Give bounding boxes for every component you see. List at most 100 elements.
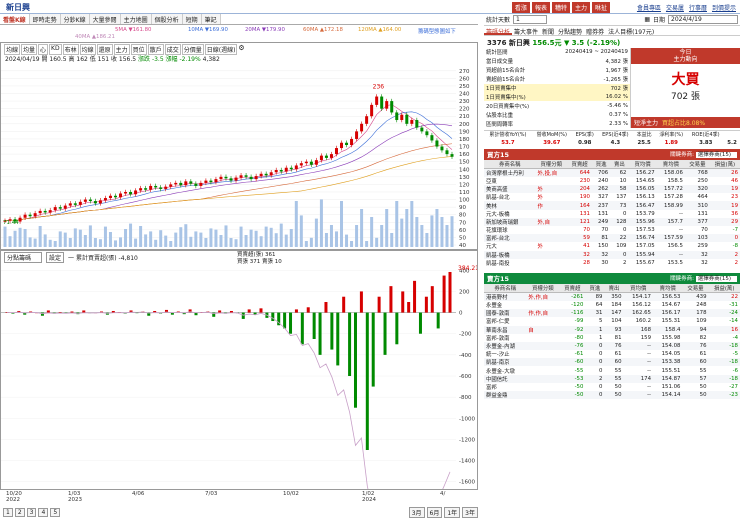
page-5[interactable]: 5	[50, 508, 61, 517]
subtab-2[interactable]: 新聞	[540, 26, 556, 36]
top-button-0[interactable]: 看漲	[511, 2, 530, 13]
flow-bar-13	[82, 310, 86, 313]
link-calendar[interactable]: 行事曆	[689, 3, 707, 12]
page-3[interactable]: 3	[26, 508, 37, 517]
broker-row[interactable]: 中國信託 -53 2 55 174 154.87 57 -18	[484, 374, 740, 383]
broker-row[interactable]: 元大-板橋 131 131 0 153.79 -- 131 36	[484, 210, 740, 218]
broker-row[interactable]: 永豐金 -120 64 184 156.12 154.67 248 -31	[484, 301, 740, 309]
price-tick-3: 240	[459, 92, 470, 98]
tab-minute[interactable]: 分鈔K線	[60, 14, 90, 24]
volume-bar-62	[314, 218, 318, 247]
days-label: 統計天數	[486, 17, 511, 24]
broker-row[interactable]: 富邦-台北 59 81 22 156.74 157.59 103 0	[484, 234, 740, 243]
buy-section-header: 買方15 關鍵券商: 選擇券商(15)	[484, 148, 740, 160]
broker-row[interactable]: 亞東 230 240 10 154.65 158.5 250 46	[484, 177, 740, 185]
broker-row[interactable]: 富邦-仁愛 -99 5 104 160.2 155.31 109 -14	[484, 317, 740, 325]
link-alert[interactable]: 到價提示	[712, 3, 736, 12]
broker-row[interactable]: 富邦-敦南 -80 1 81 159 155.98 82 -4	[484, 334, 740, 342]
flow-tick-3: -200	[459, 332, 472, 338]
top-button-2[interactable]: 糟特	[551, 2, 570, 13]
candle-60	[304, 161, 308, 164]
price-tick-10: 170	[459, 145, 470, 151]
buy-broker-select[interactable]: 選擇券商(15)	[695, 152, 737, 159]
subtab-5[interactable]: 法人目標(197元)	[606, 26, 656, 36]
stat-row: 1日買賣集中(%) 16.02 %	[484, 92, 630, 102]
sub-settings-button[interactable]: 設定	[46, 252, 65, 263]
broker-row[interactable]: 凱基-板橋 32 32 0 155.94 -- 32 2	[484, 250, 740, 259]
volume-bar-12	[63, 232, 67, 247]
range-6m[interactable]: 6月	[426, 507, 443, 518]
settings-icon[interactable]: ⚙	[238, 44, 244, 55]
page-1[interactable]: 1	[3, 508, 13, 517]
sell-broker-select[interactable]: 選擇券商(15)	[695, 276, 737, 283]
link-trade[interactable]: 交易屢	[666, 3, 684, 12]
tab-volume[interactable]: 大量參閱	[89, 14, 121, 24]
broker-row[interactable]: 台灣摩根士丹利 外,投,自 644 706 62 156.27 158.06 768 26	[484, 168, 740, 177]
price-tick-5: 220	[459, 107, 470, 113]
candle-66	[334, 148, 338, 155]
candle-73	[370, 104, 374, 117]
volume-bar-7	[38, 226, 42, 247]
range-1y[interactable]: 1年	[444, 507, 461, 518]
broker-row[interactable]: 新加坡商瑞銀 外,自 121 249 128 155.96 157.7 377 29	[484, 217, 740, 226]
price-tick-18: 90	[459, 205, 466, 211]
flow-bar-47	[283, 312, 287, 329]
flow-bar-40	[241, 312, 245, 319]
tab-notes[interactable]: 筆記	[201, 14, 221, 24]
broker-row[interactable]: 美林作 164 237 73 156.47 158.99 310 19	[484, 201, 740, 210]
link-member[interactable]: 會員專區	[637, 3, 661, 12]
tab-kline[interactable]: 看盤K線	[0, 14, 30, 24]
flow-bar-11	[70, 311, 74, 313]
calendar-icon[interactable]: ▦	[644, 16, 650, 23]
price-plot[interactable]: 2702602502402302202102001901801701601501…	[1, 63, 477, 249]
candle-15	[78, 201, 82, 205]
bottom-bar: 1 2 3 4 5 3月 6月 1年 3年	[0, 506, 478, 519]
price-chart[interactable]: 均線 均量 心 KD 布林 均線 還原 主力 買位 散戶 成交 分價量 日線(週…	[0, 42, 478, 250]
top-button-3[interactable]: 主力	[571, 2, 590, 13]
broker-row[interactable]: 群益金鼎 -50 0 50 -- 154.14 50 -23	[484, 391, 740, 400]
range-3y[interactable]: 3年	[462, 507, 478, 518]
candle-30	[154, 185, 158, 188]
stat-row: 買超前15名合計 1,967 張	[486, 68, 628, 75]
tab-realtime[interactable]: 即時走勢	[29, 14, 61, 24]
date-input[interactable]: 2024/4/19	[668, 15, 738, 24]
candle-29	[149, 185, 153, 190]
subtab-4[interactable]: 贈券券	[584, 26, 606, 36]
subtab-3[interactable]: 分點趨勢	[556, 26, 584, 36]
broker-row[interactable]: 凱基-南投 28 30 2 155.67 153.5 32 2	[484, 259, 740, 267]
broker-row[interactable]: 富邦 -50 0 50 -- 151.06 50 -27	[484, 383, 740, 391]
broker-row[interactable]: 統一-汐止 -61 0 61 -- 154.05 61 -5	[484, 350, 740, 358]
range-3m[interactable]: 3月	[408, 507, 425, 518]
volume-bar-54	[274, 233, 278, 247]
page-4[interactable]: 4	[38, 508, 49, 517]
broker-row[interactable]: 凱基-台北外 190 327 137 156.13 157.28 464 23	[484, 193, 740, 201]
subtab-0[interactable]: 籌碼分析	[484, 26, 513, 36]
broker-row[interactable]: 國泰-敦南 作,作,自 -116 31 147 162.65 156.17 178 -24	[484, 309, 740, 318]
tab-short[interactable]: 短期	[182, 14, 202, 24]
page-2[interactable]: 2	[14, 508, 25, 517]
broker-row[interactable]: 凱基-南京 -60 0 60 -- 153.38 60 -18	[484, 358, 740, 367]
candle-10	[53, 207, 57, 211]
flow-plot[interactable]: 4002000-200-400-600-800-1000-1200-1400-1…	[1, 265, 477, 489]
broker-row[interactable]: 華南永昌自 -92 1 93 168 158.4 94 16	[484, 325, 740, 334]
tab-analysis[interactable]: 個股分析	[151, 14, 183, 24]
candle-84	[425, 131, 429, 136]
sub-selector[interactable]: 分點籌碼	[4, 252, 43, 263]
top-button-4[interactable]: 咻扯	[591, 2, 610, 13]
broker-row[interactable]: 美商高盛外 204 262 58 156.05 157.72 320 19	[484, 185, 740, 194]
volume-bar-26	[134, 238, 138, 247]
tab-mainforce[interactable]: 主力地圖	[120, 14, 152, 24]
broker-row[interactable]: 元大外 41 150 109 157.05 156.5 259 -8	[484, 242, 740, 250]
top-button-1[interactable]: 報表	[531, 2, 550, 13]
candle-27	[139, 188, 143, 191]
flow-chart[interactable]: 分點籌碼 設定 一 累計買賣超(張) -4,810 買賣超(張) 361 買張 …	[0, 250, 478, 490]
candle-79	[400, 114, 404, 121]
volume-bar-39	[199, 232, 203, 247]
price-tick-19: 80	[459, 213, 466, 219]
broker-row[interactable]: 永豐金-內湖 -76 0 76 -- 154.08 76 -18	[484, 341, 740, 351]
broker-row[interactable]: 港商野村 外,作,自 -261 89 350 154.17 156.53 439 22	[484, 292, 740, 301]
subtab-1[interactable]: 籌大事件	[512, 26, 540, 36]
days-select[interactable]: 1	[513, 15, 548, 24]
broker-row[interactable]: 花旗環球 70 70 0 157.53 -- 70 -7	[484, 226, 740, 234]
broker-row[interactable]: 永豐金-大墩 -55 0 55 -- 155.51 55 -6	[484, 366, 740, 375]
